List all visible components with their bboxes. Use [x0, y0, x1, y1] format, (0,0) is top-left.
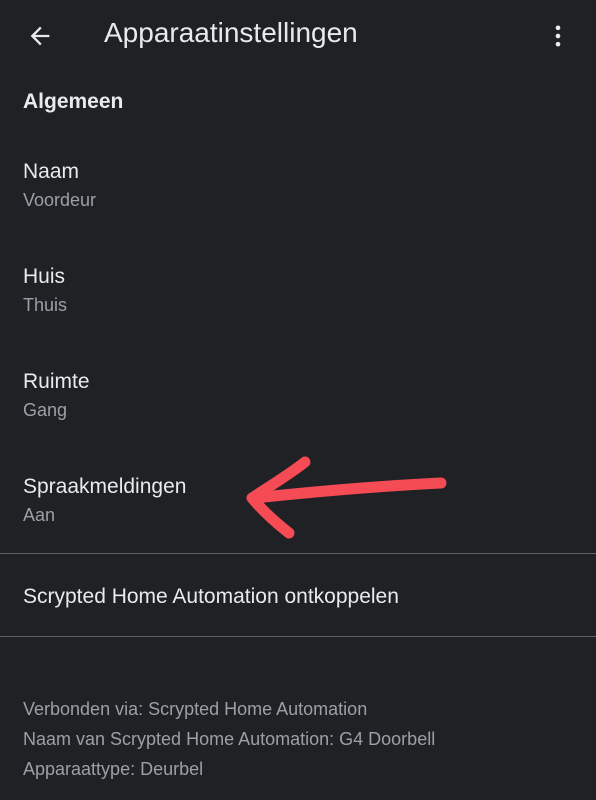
setting-value: Gang: [23, 400, 68, 420]
setting-label: Ruimte: [23, 370, 90, 393]
device-info: Verbonden via: Scrypted Home Automation …: [23, 694, 435, 784]
setting-label: Naam: [23, 160, 80, 183]
page-title: Apparaatinstellingen: [104, 17, 358, 48]
integration-name-text: Naam van Scrypted Home Automation: G4 Do…: [23, 729, 436, 749]
device-type-text: Apparaattype: Deurbel: [23, 759, 204, 779]
back-button[interactable]: [20, 16, 60, 56]
arrow-back-icon: [30, 26, 50, 46]
divider: [0, 636, 596, 637]
divider: [0, 553, 596, 554]
setting-label: Spraakmeldingen: [23, 475, 187, 498]
setting-value: Voordeur: [23, 190, 97, 210]
unlink-button[interactable]: Scrypted Home Automation ontkoppelen: [0, 556, 596, 636]
device-settings-screen: Apparaatinstellingen Algemeen Naam Voord…: [0, 0, 596, 800]
app-bar: Apparaatinstellingen: [0, 0, 596, 72]
setting-value: Thuis: [23, 295, 68, 315]
connected-via-text: Verbonden via: Scrypted Home Automation: [23, 699, 368, 719]
unlink-label: Scrypted Home Automation ontkoppelen: [23, 585, 399, 608]
setting-home[interactable]: Huis Thuis: [0, 265, 596, 370]
setting-room[interactable]: Ruimte Gang: [0, 370, 596, 475]
setting-name[interactable]: Naam Voordeur: [0, 160, 596, 265]
more-vert-icon: [555, 25, 561, 47]
more-options-button[interactable]: [538, 16, 578, 56]
section-header-general: Algemeen: [23, 90, 124, 113]
setting-label: Huis: [23, 265, 66, 288]
setting-value: Aan: [23, 505, 56, 525]
